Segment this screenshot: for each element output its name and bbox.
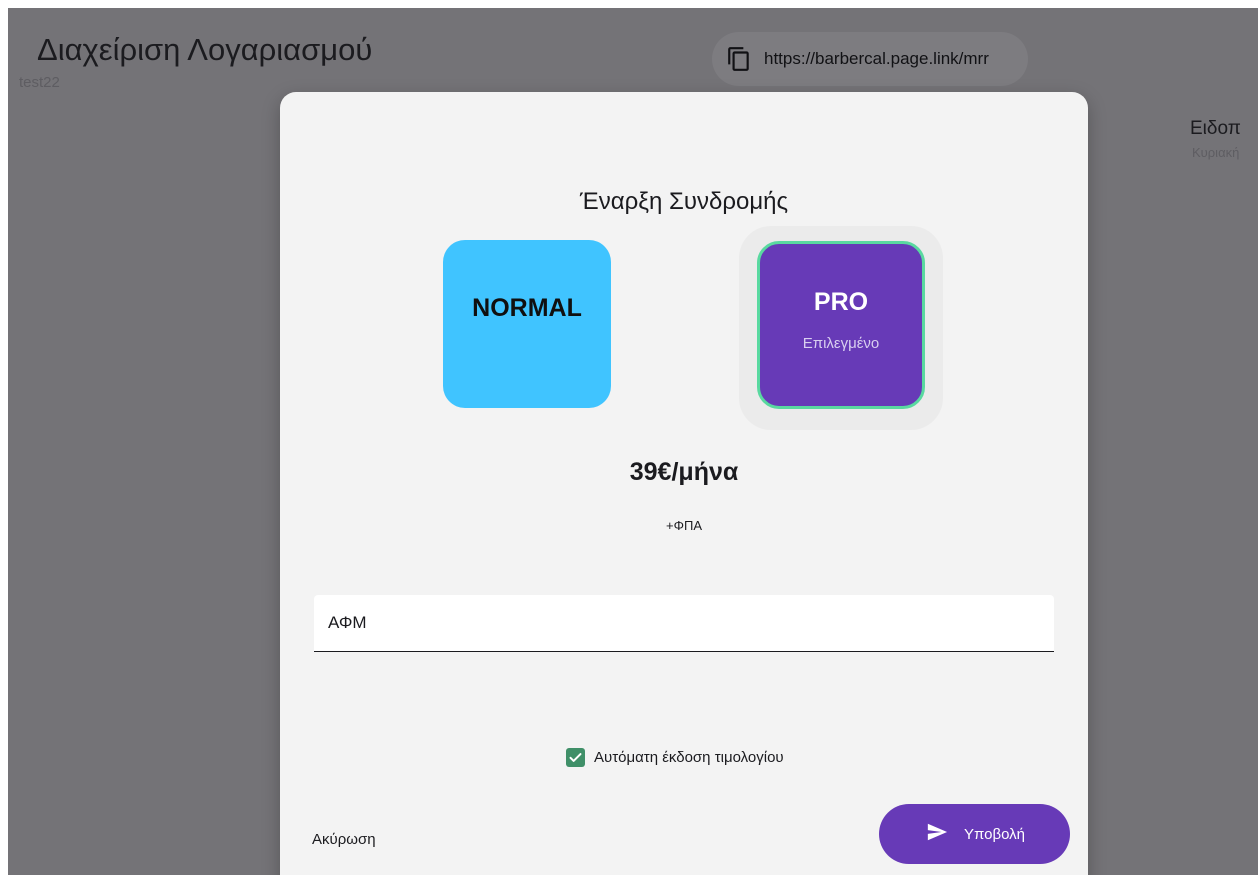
auto-invoice-checkbox[interactable]	[566, 748, 585, 767]
cancel-button[interactable]: Ακύρωση	[310, 827, 378, 852]
notifications-subtitle: Κυριακή	[1192, 145, 1240, 160]
submit-label: Υποβολή	[963, 825, 1025, 843]
app-viewport: Διαχείριση Λογαριασμού test22 https://ba…	[8, 8, 1258, 875]
copy-icon	[726, 46, 752, 72]
share-link-url: https://barbercal.page.link/mrr	[764, 49, 989, 68]
share-link-chip[interactable]: https://barbercal.page.link/mrr	[712, 32, 1028, 86]
notifications-title: Ειδοπ	[1190, 118, 1241, 139]
auto-invoice-label: Αυτόματη έκδοση τιμολογίου	[594, 749, 784, 766]
plan-price: 39€/μήνα	[629, 458, 739, 486]
plan-name: NORMAL	[472, 293, 582, 322]
plan-selected-label: Επιλεγμένο	[802, 335, 880, 352]
plan-card-pro[interactable]: PRO Επιλεγμένο	[757, 241, 925, 409]
vat-number-label: ΑΦΜ	[328, 613, 367, 632]
page-title: Διαχείριση Λογαριασμού	[37, 32, 373, 67]
subscription-dialog: Έναρξη Συνδρομής NORMAL PRO Επιλεγμένο 3…	[280, 92, 1088, 875]
page-subtitle: test22	[19, 74, 60, 91]
checkmark-icon	[569, 753, 582, 762]
auto-invoice-option[interactable]: Αυτόματη έκδοση τιμολογίου	[566, 748, 784, 767]
plan-card-normal[interactable]: NORMAL	[443, 240, 611, 408]
submit-button[interactable]: Υποβολή	[879, 804, 1070, 864]
send-icon	[924, 821, 950, 848]
plan-name: PRO	[813, 288, 869, 316]
vat-note: +ΦΠΑ	[665, 518, 703, 533]
dialog-title: Έναρξη Συνδρομής	[579, 188, 789, 215]
vat-number-field[interactable]: ΑΦΜ	[314, 595, 1054, 652]
